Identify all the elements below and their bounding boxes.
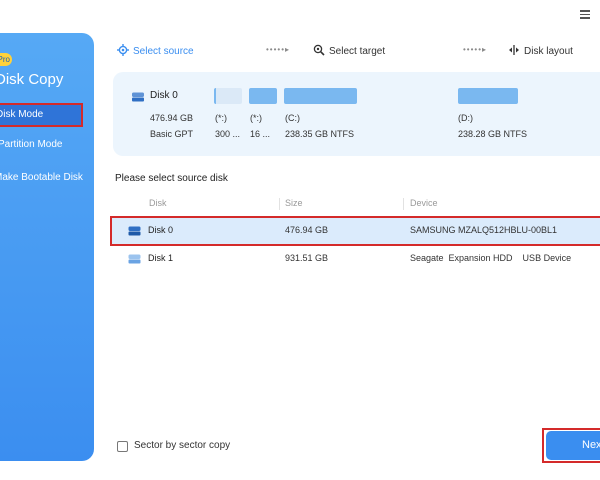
disk-drive-icon <box>128 254 141 264</box>
step-connector: •••••▸ <box>266 45 291 54</box>
sidebar-item-partition-mode[interactable]: Partition Mode <box>0 134 94 156</box>
column-header-size: Size <box>285 198 303 208</box>
partition-size: 16 ... <box>250 129 271 139</box>
section-title: Please select source disk <box>115 173 228 184</box>
partition-size: 238.35 GB NTFS <box>285 129 355 139</box>
step-label: Select source <box>133 46 194 57</box>
sidebar-item-label: Make Bootable Disk <box>0 172 83 183</box>
step-select-target[interactable]: Select target <box>313 44 385 59</box>
search-target-icon <box>313 44 325 56</box>
highlight-frame-row <box>110 216 600 246</box>
step-connector: •••••▸ <box>463 45 488 54</box>
column-divider <box>279 198 280 210</box>
disk-type: Basic GPT <box>150 129 194 139</box>
step-select-source[interactable]: Select source <box>117 44 194 59</box>
sector-by-sector-label[interactable]: Sector by sector copy <box>134 440 230 451</box>
partition-size: 300 ... <box>215 129 241 139</box>
disk-map-panel: Disk 0 476.94 GB Basic GPT (*:) 300 ... … <box>113 72 600 156</box>
partition-letter: (C:) <box>285 113 300 123</box>
layout-split-icon <box>509 45 519 55</box>
disk-size: 476.94 GB <box>150 113 194 123</box>
partition-letter: (*:) <box>250 113 262 123</box>
highlight-frame-sidebar <box>0 103 83 127</box>
partition-bar[interactable] <box>214 88 242 104</box>
app-title: Disk Copy <box>0 71 64 88</box>
partition-bar[interactable] <box>284 88 357 104</box>
table-row-disk-1[interactable]: Disk 1 931.51 GB Seagate Expansion HDD U… <box>112 245 600 273</box>
column-divider <box>403 198 404 210</box>
sidebar-item-bootable-disk[interactable]: Make Bootable Disk <box>0 167 94 189</box>
partition-bar[interactable] <box>458 88 518 104</box>
step-label: Select target <box>329 46 386 57</box>
device-name: Seagate Expansion HDD USB Device <box>410 253 572 263</box>
pro-badge: Pro <box>0 53 12 66</box>
target-icon <box>117 44 129 56</box>
highlight-frame-next <box>542 428 600 463</box>
column-header-disk: Disk <box>149 198 167 208</box>
step-disk-layout[interactable]: Disk layout <box>508 44 573 59</box>
disk-drive-icon <box>132 92 144 102</box>
sidebar: Pro Disk Copy Disk Mode Partition Mode M… <box>0 33 94 461</box>
sidebar-item-label: Partition Mode <box>0 139 63 150</box>
partition-bar[interactable] <box>249 88 277 104</box>
column-header-device: Device <box>410 198 438 208</box>
partition-size: 238.28 GB NTFS <box>458 129 528 139</box>
disk-size: 931.51 GB <box>285 253 329 263</box>
partition-letter: (D:) <box>458 113 473 123</box>
disk-name: Disk 0 <box>150 90 178 101</box>
step-label: Disk layout <box>524 46 573 57</box>
partition-letter: (*:) <box>215 113 227 123</box>
sector-by-sector-checkbox[interactable] <box>117 441 128 452</box>
hamburger-menu-icon[interactable] <box>580 10 590 20</box>
disk-name: Disk 1 <box>148 253 174 263</box>
